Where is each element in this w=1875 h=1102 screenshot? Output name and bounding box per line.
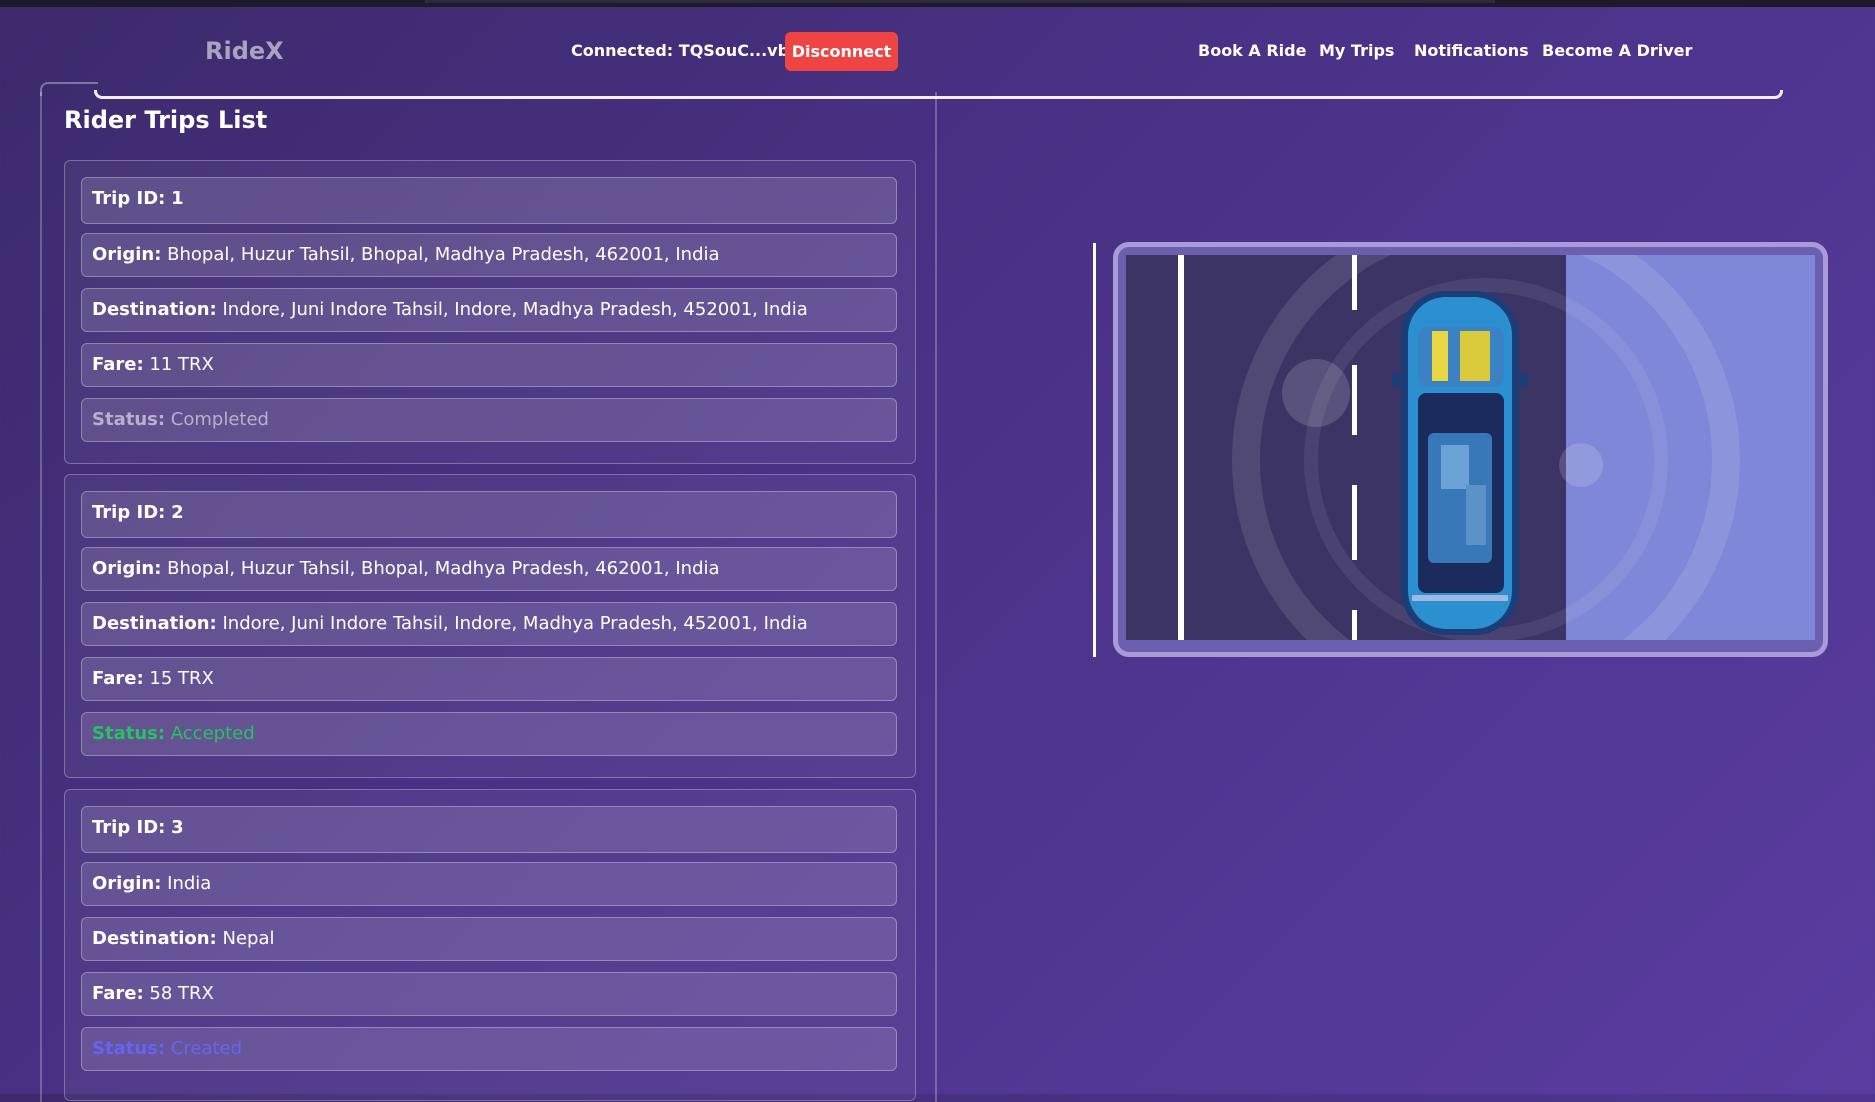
status-label: Status: (92, 1038, 166, 1059)
origin-row: Origin: Bhopal, Huzur Tahsil, Bhopal, Ma… (81, 233, 897, 277)
nav-my-trips[interactable]: My Trips (1319, 41, 1394, 60)
status-row: Status: Created (81, 1027, 897, 1071)
status-badge: Accepted (170, 723, 255, 744)
destination-row: Destination: Indore, Juni Indore Tahsil,… (81, 602, 897, 646)
origin-value: India (167, 873, 212, 894)
trip-id-row: Trip ID: 3 (81, 806, 897, 853)
destination-label: Destination: (92, 299, 217, 320)
destination-value: Nepal (222, 928, 275, 949)
disconnect-button[interactable]: Disconnect (785, 32, 898, 71)
status-row: Status: Accepted (81, 712, 897, 756)
status-label: Status: (92, 409, 166, 430)
origin-value: Bhopal, Huzur Tahsil, Bhopal, Madhya Pra… (167, 244, 720, 265)
destination-label: Destination: (92, 928, 217, 949)
fare-value: 15 TRX (149, 668, 214, 689)
trip-id-row: Trip ID: 1 (81, 177, 897, 224)
destination-value: Indore, Juni Indore Tahsil, Indore, Madh… (222, 613, 808, 634)
car-illustration (1113, 242, 1828, 657)
trip-card: Trip ID: 1 Origin: Bhopal, Huzur Tahsil,… (64, 160, 916, 464)
fare-label: Fare: (92, 354, 144, 375)
top-navbar: RideX Connected: TQSouC...vbGY Disconnec… (0, 7, 1875, 99)
trip-id-value: 2 (171, 502, 184, 523)
origin-label: Origin: (92, 873, 162, 894)
destination-row: Destination: Nepal (81, 917, 897, 961)
status-badge: Completed (170, 409, 269, 430)
nav-notifications[interactable]: Notifications (1414, 41, 1529, 60)
brand-logo[interactable]: RideX (205, 37, 284, 65)
wallet-connected-status: Connected: TQSouC...vbGY (571, 41, 814, 60)
origin-row: Origin: India (81, 862, 897, 906)
trip-card: Trip ID: 3 Origin: India Destination: Ne… (64, 789, 916, 1101)
origin-value: Bhopal, Huzur Tahsil, Bhopal, Madhya Pra… (167, 558, 720, 579)
trip-id-label: Trip ID: (92, 502, 166, 523)
fare-label: Fare: (92, 668, 144, 689)
destination-label: Destination: (92, 613, 217, 634)
status-label: Status: (92, 723, 166, 744)
page-title: Rider Trips List (64, 106, 268, 134)
trip-id-row: Trip ID: 2 (81, 491, 897, 538)
illustration-divider (1093, 243, 1096, 657)
destination-value: Indore, Juni Indore Tahsil, Indore, Madh… (222, 299, 808, 320)
trip-id-label: Trip ID: (92, 188, 166, 209)
fare-label: Fare: (92, 983, 144, 1004)
fare-value: 11 TRX (149, 354, 214, 375)
status-row: Status: Completed (81, 398, 897, 442)
rider-trips-panel: Rider Trips List Trip ID: 1 Origin: Bhop… (40, 92, 937, 1102)
origin-label: Origin: (92, 558, 162, 579)
fare-row: Fare: 11 TRX (81, 343, 897, 387)
trip-id-label: Trip ID: (92, 817, 166, 838)
origin-label: Origin: (92, 244, 162, 265)
nav-book-a-ride[interactable]: Book A Ride (1198, 41, 1306, 60)
trip-id-value: 3 (171, 817, 184, 838)
trip-card: Trip ID: 2 Origin: Bhopal, Huzur Tahsil,… (64, 474, 916, 778)
fare-row: Fare: 15 TRX (81, 657, 897, 701)
car-top-view-icon (1126, 255, 1815, 640)
origin-row: Origin: Bhopal, Huzur Tahsil, Bhopal, Ma… (81, 547, 897, 591)
fare-row: Fare: 58 TRX (81, 972, 897, 1016)
nav-become-a-driver[interactable]: Become A Driver (1542, 41, 1692, 60)
destination-row: Destination: Indore, Juni Indore Tahsil,… (81, 288, 897, 332)
trip-id-value: 1 (171, 188, 184, 209)
fare-value: 58 TRX (149, 983, 214, 1004)
window-top-bar (0, 0, 1875, 7)
status-badge: Created (170, 1038, 243, 1059)
